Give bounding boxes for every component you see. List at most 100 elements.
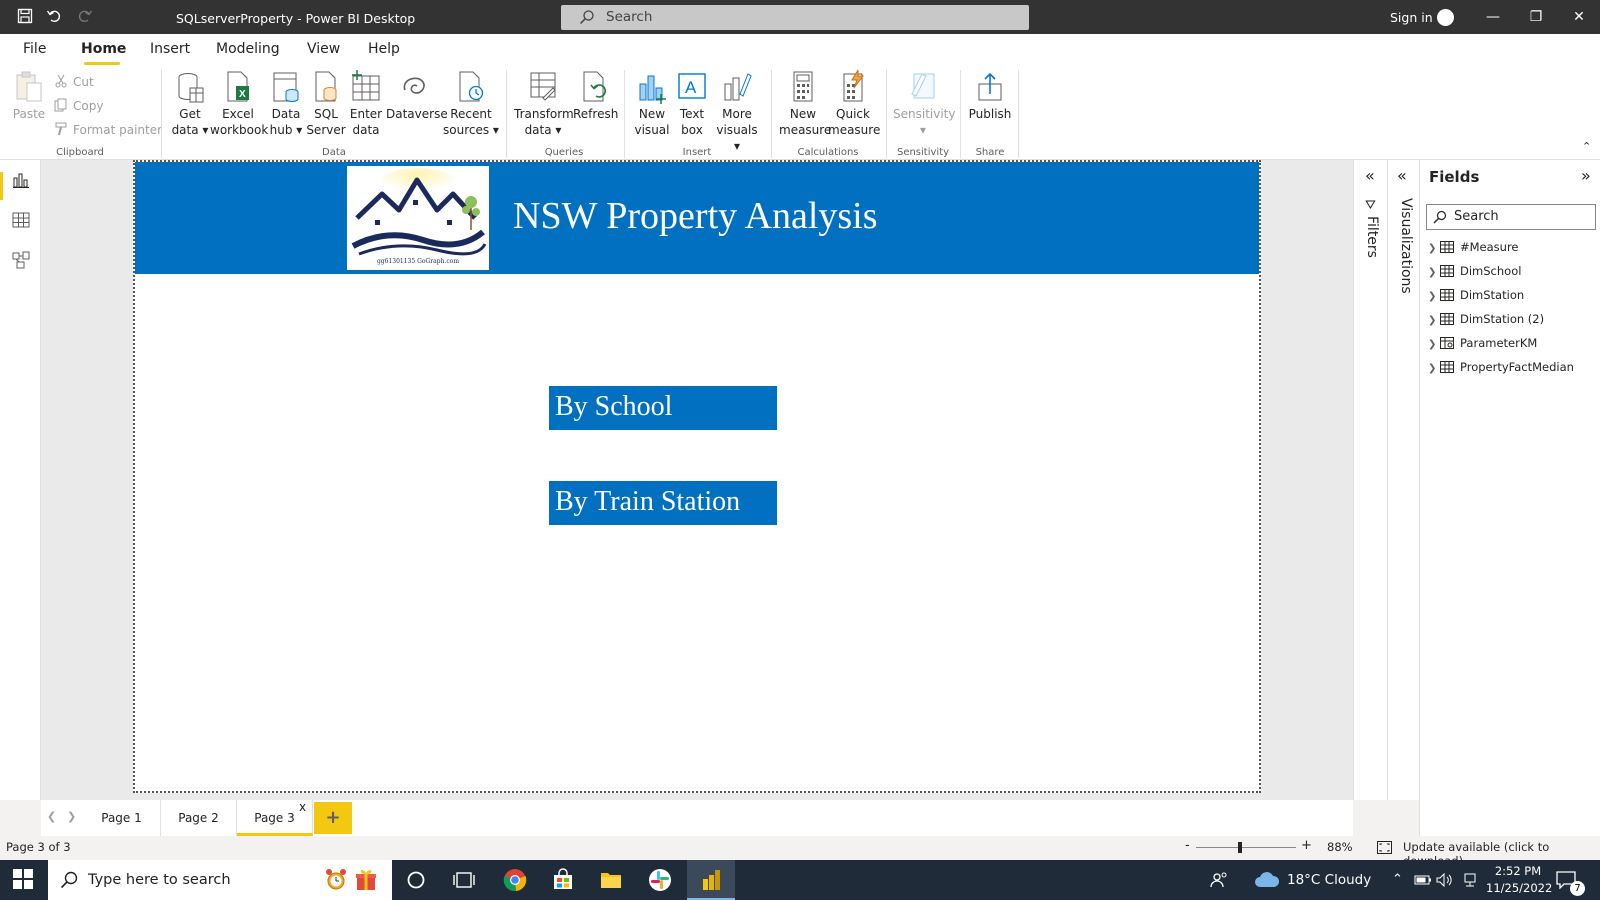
title-search-box[interactable]: Search [561, 5, 1029, 30]
cut-button[interactable]: Cut [54, 74, 94, 89]
tab-modeling[interactable]: Modeling [216, 41, 280, 57]
zoom-out-button[interactable]: - [1185, 838, 1190, 853]
recent-sources-label-1: Recent [450, 107, 492, 121]
power-bi-icon[interactable] [699, 868, 723, 892]
battery-icon[interactable] [1414, 860, 1432, 900]
add-page-button[interactable]: + [314, 802, 352, 834]
expand-visualizations-icon[interactable]: « [1397, 166, 1407, 185]
ribbon-separator [624, 70, 625, 158]
minimize-button[interactable]: — [1470, 0, 1516, 34]
data-view-icon[interactable] [11, 210, 31, 230]
weather-text[interactable]: 18°C Cloudy [1287, 860, 1371, 900]
text-box-label-2: box [681, 123, 703, 137]
by-train-station-button[interactable]: By Train Station [549, 481, 777, 525]
field-table-propertyfactmedian[interactable]: ❯ PropertyFactMedian [1428, 360, 1574, 380]
page-tab-2[interactable]: Page 2 [161, 800, 237, 836]
tab-insert[interactable]: Insert [150, 41, 190, 57]
sql-server-button[interactable]: SQL Server [306, 70, 346, 138]
fit-to-page-icon[interactable] [1377, 841, 1392, 854]
file-explorer-icon[interactable] [599, 868, 623, 892]
recent-sources-label-2: sources ▾ [443, 123, 499, 137]
save-icon[interactable] [16, 8, 34, 26]
publish-button[interactable]: Publish [966, 70, 1014, 122]
window-title: SQLserverProperty - Power BI Desktop [176, 11, 416, 26]
clock[interactable]: 2:52 PM 11/25/2022 [1486, 863, 1552, 897]
format-painter-button[interactable]: Format painter [54, 122, 162, 137]
transform-data-button[interactable]: Transform data ▾ [514, 70, 574, 138]
fields-search-input[interactable]: Search [1426, 204, 1596, 230]
active-view-indicator [0, 172, 3, 200]
collapse-fields-icon[interactable]: » [1581, 166, 1591, 185]
field-table-dimstation-2[interactable]: ❯ DimStation (2) [1428, 312, 1544, 332]
close-button[interactable]: ✕ [1556, 0, 1600, 34]
store-icon[interactable] [551, 868, 575, 892]
get-data-button[interactable]: Get data ▾ [168, 70, 212, 138]
cortana-icon[interactable] [404, 868, 428, 892]
brush-icon [54, 122, 68, 136]
task-view-icon[interactable] [452, 868, 476, 892]
bar-chart-icon [637, 70, 667, 104]
filters-pane[interactable]: « ⛛ Filters [1353, 160, 1387, 800]
queries-group-label: Queries [544, 147, 584, 158]
chevron-right-icon: ❯ [1428, 339, 1437, 350]
visualizations-pane[interactable]: « Visualizations [1387, 160, 1419, 800]
report-page[interactable]: gg61301135 GoGraph.com NSW Property Anal… [133, 160, 1261, 793]
redo-icon[interactable] [76, 8, 94, 26]
zoom-slider-thumb[interactable] [1238, 842, 1242, 853]
field-table-dimschool[interactable]: ❯ DimSchool [1428, 264, 1521, 284]
tab-home[interactable]: Home [81, 41, 126, 57]
excel-workbook-button[interactable]: X Excel workbook [210, 70, 268, 138]
sign-in-link[interactable]: Sign in [1390, 0, 1433, 35]
people-icon[interactable] [1210, 860, 1228, 900]
new-visual-button[interactable]: New visual [632, 70, 672, 138]
chevron-up-icon[interactable]: ⌃ [1392, 860, 1403, 900]
chrome-icon[interactable] [503, 868, 527, 892]
quick-measure-button[interactable]: Quick measure [828, 68, 880, 138]
clipboard-group-label: Clipboard [56, 147, 104, 158]
undo-icon[interactable] [45, 8, 63, 26]
tab-help[interactable]: Help [368, 41, 400, 57]
sql-server-label-1: SQL [314, 107, 338, 121]
sensitivity-button[interactable]: Sensitivity ▾ [893, 70, 955, 138]
new-measure-button[interactable]: New measure [779, 70, 831, 138]
restore-button[interactable]: ❐ [1513, 0, 1559, 34]
svg-text:X: X [239, 89, 246, 100]
by-school-button[interactable]: By School [549, 386, 777, 430]
new-measure-label-1: New [789, 107, 817, 121]
network-icon[interactable] [1462, 860, 1478, 900]
slack-icon[interactable] [648, 868, 672, 892]
windows-start-icon[interactable] [12, 868, 36, 892]
windows-taskbar: Type here to search 18°C Cloudy ⌃ 2:52 P… [0, 860, 1600, 900]
tab-view[interactable]: View [307, 41, 340, 57]
data-hub-button[interactable]: Data hub ▾ [267, 70, 305, 138]
avatar[interactable] [1437, 9, 1454, 26]
field-table-measure[interactable]: ❯ #Measure [1428, 240, 1519, 260]
tab-file[interactable]: File [23, 41, 46, 57]
field-table-dimstation[interactable]: ❯ DimStation [1428, 288, 1524, 308]
paste-button[interactable]: Paste [10, 70, 48, 122]
report-view-icon[interactable] [11, 170, 31, 190]
dataverse-button[interactable]: Dataverse [386, 70, 448, 122]
volume-icon[interactable] [1436, 860, 1454, 900]
scroll-left-icon[interactable]: ❮ [47, 810, 56, 823]
house-logo[interactable]: gg61301135 GoGraph.com [347, 166, 489, 270]
scroll-right-icon[interactable]: ❯ [67, 810, 76, 823]
data-group-label: Data [322, 147, 346, 158]
taskbar-search-box[interactable]: Type here to search [48, 860, 392, 900]
refresh-button[interactable]: Refresh [573, 70, 618, 122]
text-box-button[interactable]: A Text box [675, 70, 709, 138]
model-view-icon[interactable] [11, 250, 31, 270]
title-search-placeholder: Search [606, 9, 653, 25]
zoom-slider[interactable] [1196, 847, 1296, 848]
copy-button[interactable]: Copy [54, 98, 103, 113]
page-tab-1[interactable]: Page 1 [83, 800, 161, 836]
enter-data-button[interactable]: Enter data [347, 70, 385, 138]
collapse-ribbon-icon[interactable]: ⌃ [1582, 140, 1591, 153]
zoom-in-button[interactable]: + [1301, 838, 1312, 853]
more-visuals-button[interactable]: More visuals ▾ [712, 70, 762, 154]
recent-sources-button[interactable]: Recent sources ▾ [443, 70, 499, 138]
close-page-icon[interactable]: x [299, 800, 306, 814]
field-table-parameterkm[interactable]: ❯ ParameterKM [1428, 336, 1537, 356]
expand-filters-icon[interactable]: « [1365, 166, 1375, 185]
ribbon-separator [771, 70, 772, 158]
